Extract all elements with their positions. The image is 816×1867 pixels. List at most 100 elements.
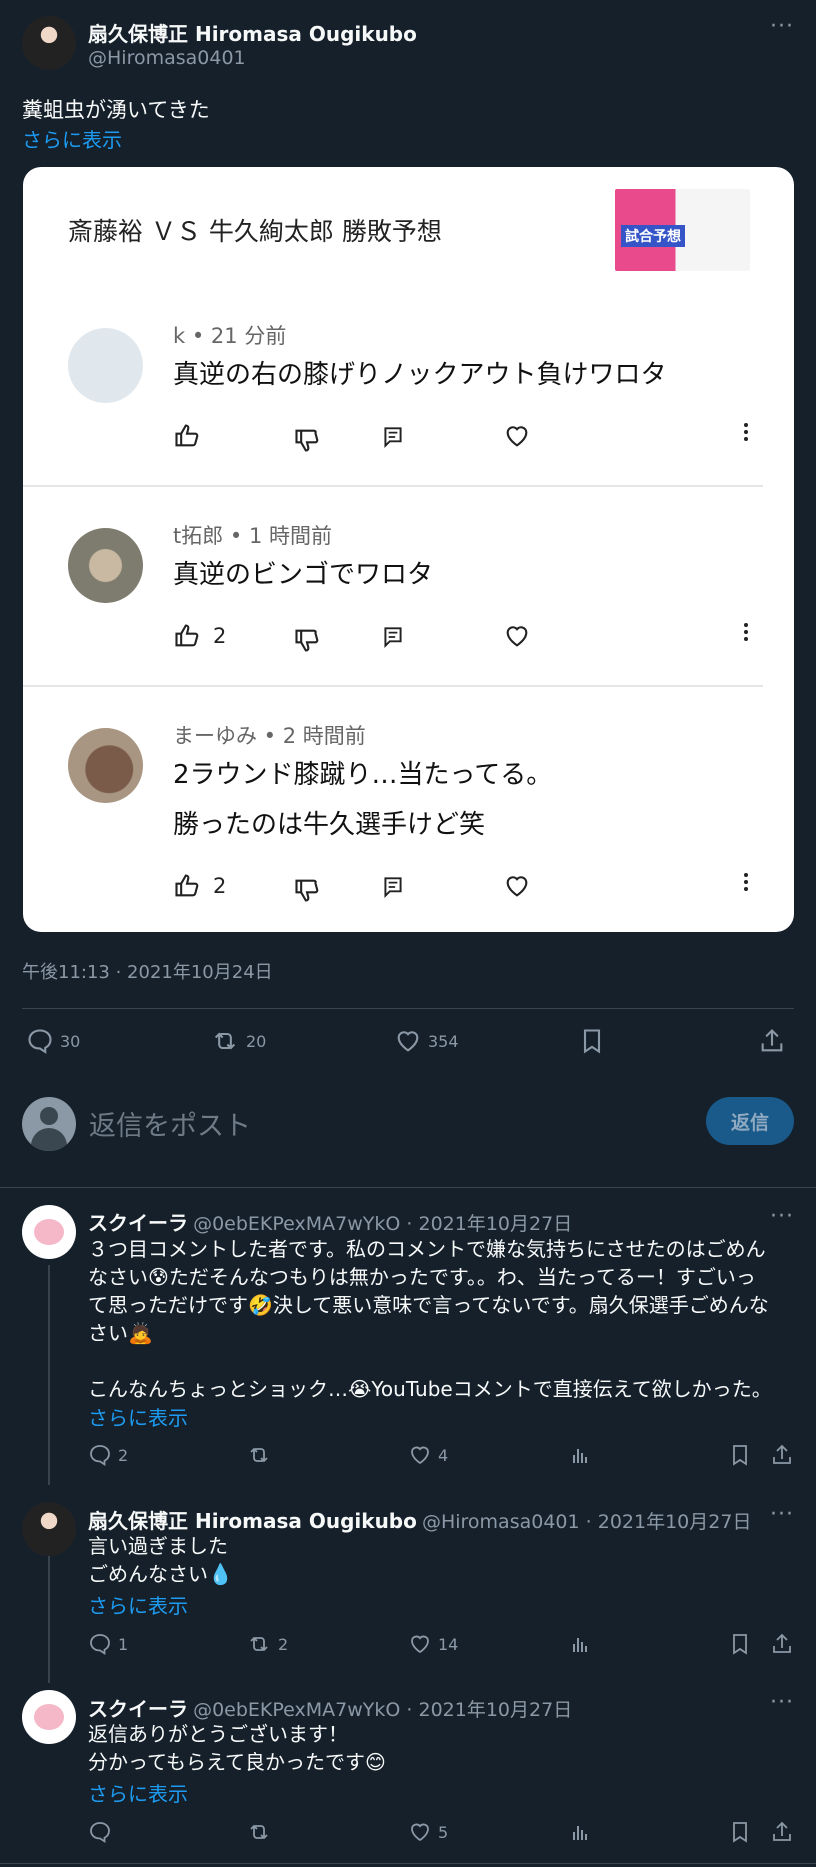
author-avatar[interactable] <box>22 16 76 70</box>
heart-icon[interactable] <box>503 422 531 450</box>
comment-meta: まーゆみ • 2 時間前 <box>173 724 366 748</box>
thread-line <box>48 1265 50 1485</box>
reply-author-name[interactable]: スクイーラ <box>88 1211 188 1235</box>
more-icon[interactable]: ··· <box>770 16 794 38</box>
thumb-up-icon[interactable] <box>173 622 201 650</box>
share-button[interactable] <box>770 1820 794 1844</box>
reply-input[interactable]: 返信をポスト <box>89 1104 251 1143</box>
thumb-up-icon[interactable] <box>173 422 201 450</box>
post-timestamp[interactable]: 午後11:13 · 2021年10月24日 <box>22 958 273 984</box>
author-name[interactable]: 扇久保博正 Hiromasa Ougikubo <box>88 18 417 47</box>
comment-text: 真逆の右の膝げりノックアウト負けワロタ <box>173 360 667 390</box>
comment-icon[interactable] <box>380 424 406 450</box>
like-button[interactable]: 5 <box>408 1820 448 1844</box>
comment-icon[interactable] <box>380 624 406 650</box>
share-button[interactable] <box>770 1632 794 1656</box>
reply-author-name[interactable]: スクイーラ <box>88 1697 188 1721</box>
share-icon <box>770 1632 794 1656</box>
show-more-link[interactable]: さらに表示 <box>88 1590 188 1619</box>
views-button[interactable] <box>568 1443 592 1467</box>
comment-text: 勝ったのは牛久選手けど笑 <box>173 810 486 840</box>
reply-icon <box>88 1820 112 1844</box>
divider <box>0 1187 816 1188</box>
more-vertical-icon[interactable] <box>741 870 751 894</box>
views-icon <box>568 1443 592 1467</box>
repost-icon <box>210 1027 240 1055</box>
like-button[interactable]: 354 <box>394 1027 459 1055</box>
avatar[interactable] <box>22 1205 76 1259</box>
show-more-link[interactable]: さらに表示 <box>88 1402 188 1431</box>
avatar[interactable] <box>22 1690 76 1744</box>
reply-submit-button[interactable]: 返信 <box>706 1097 794 1145</box>
show-more-link[interactable]: さらに表示 <box>88 1778 188 1807</box>
like-button[interactable]: 14 <box>408 1632 458 1656</box>
reply-author-handle[interactable]: @0ebEKPexMA7wYkO <box>193 1699 400 1721</box>
reply-header: スクイーラ @0ebEKPexMA7wYkO · 2021年10月27日 <box>88 1697 573 1721</box>
comment-icon[interactable] <box>380 874 406 900</box>
thumb-label: 試合予想 <box>621 225 685 247</box>
share-button[interactable] <box>758 1027 786 1055</box>
share-button[interactable] <box>770 1443 794 1467</box>
reply-date[interactable]: 2021年10月27日 <box>598 1511 752 1533</box>
reply-count: 30 <box>60 1031 81 1051</box>
more-icon[interactable]: ··· <box>770 1692 794 1714</box>
reply-date[interactable]: 2021年10月27日 <box>418 1213 572 1235</box>
reply-header: 扇久保博正 Hiromasa Ougikubo @Hiromasa0401 · … <box>88 1509 752 1533</box>
author-handle[interactable]: @Hiromasa0401 <box>88 47 246 69</box>
avatar[interactable] <box>22 1502 76 1556</box>
reply-author-handle[interactable]: @0ebEKPexMA7wYkO <box>193 1213 400 1235</box>
more-icon[interactable]: ··· <box>770 1504 794 1526</box>
comment-text: 2ラウンド膝蹴り…当たってる。 <box>173 760 553 790</box>
post-text: 糞蛆虫が湧いてきた <box>22 98 210 122</box>
share-icon <box>770 1443 794 1467</box>
repost-count: 20 <box>246 1031 267 1051</box>
comment-text: 真逆のビンゴでワロタ <box>173 560 434 590</box>
thumb-down-icon[interactable] <box>293 626 321 654</box>
repost-button[interactable] <box>246 1443 278 1467</box>
reply-button[interactable]: 2 <box>88 1443 128 1467</box>
comment-action-row <box>23 422 794 454</box>
views-icon <box>568 1632 592 1656</box>
reply-action-bar: 5 <box>88 1820 798 1850</box>
divider <box>22 1008 794 1009</box>
bookmark-button[interactable] <box>578 1027 606 1055</box>
reply-author-name[interactable]: 扇久保博正 Hiromasa Ougikubo <box>88 1509 417 1533</box>
card-thumbnail: 試合予想 <box>615 189 750 271</box>
bookmark-button[interactable] <box>728 1632 752 1656</box>
thumb-down-icon[interactable] <box>293 876 321 904</box>
repost-button[interactable]: 20 <box>210 1027 266 1055</box>
views-button[interactable] <box>568 1820 592 1844</box>
thumb-down-icon[interactable] <box>293 426 321 454</box>
reply-header: スクイーラ @0ebEKPexMA7wYkO · 2021年10月27日 <box>88 1211 573 1235</box>
share-icon <box>770 1820 794 1844</box>
repost-button[interactable]: 2 <box>246 1632 288 1656</box>
heart-icon[interactable] <box>503 622 531 650</box>
bookmark-icon <box>728 1632 752 1656</box>
bookmark-button[interactable] <box>728 1443 752 1467</box>
thumb-up-icon[interactable] <box>173 872 201 900</box>
reply-button[interactable]: 30 <box>26 1027 80 1055</box>
reply-author-handle[interactable]: @Hiromasa0401 <box>422 1511 580 1533</box>
reply-date[interactable]: 2021年10月27日 <box>418 1699 572 1721</box>
avatar <box>68 728 143 803</box>
repost-icon <box>246 1632 272 1656</box>
heart-icon <box>394 1027 422 1055</box>
thread-line <box>48 1553 50 1683</box>
bookmark-icon <box>578 1027 606 1055</box>
divider <box>23 485 763 487</box>
heart-icon[interactable] <box>503 872 531 900</box>
repost-button[interactable] <box>246 1820 278 1844</box>
reply-action-bar: 2 4 <box>88 1443 798 1473</box>
like-button[interactable]: 4 <box>408 1443 448 1467</box>
views-button[interactable] <box>568 1632 592 1656</box>
more-vertical-icon[interactable] <box>741 420 751 444</box>
embedded-comment-card: 斎藤裕 ＶＳ 牛久絢太郎 勝敗予想 試合予想 k • 21 分前 真逆の右の膝げ… <box>23 167 794 932</box>
bookmark-button[interactable] <box>728 1820 752 1844</box>
more-icon[interactable]: ··· <box>770 1206 794 1228</box>
reply-text: 言い過ぎました ごめんなさい💧 <box>88 1534 233 1586</box>
reply-button[interactable]: 1 <box>88 1632 128 1656</box>
show-more-link[interactable]: さらに表示 <box>22 124 122 153</box>
heart-icon <box>408 1632 432 1656</box>
more-vertical-icon[interactable] <box>741 620 751 644</box>
reply-button[interactable] <box>88 1820 118 1844</box>
